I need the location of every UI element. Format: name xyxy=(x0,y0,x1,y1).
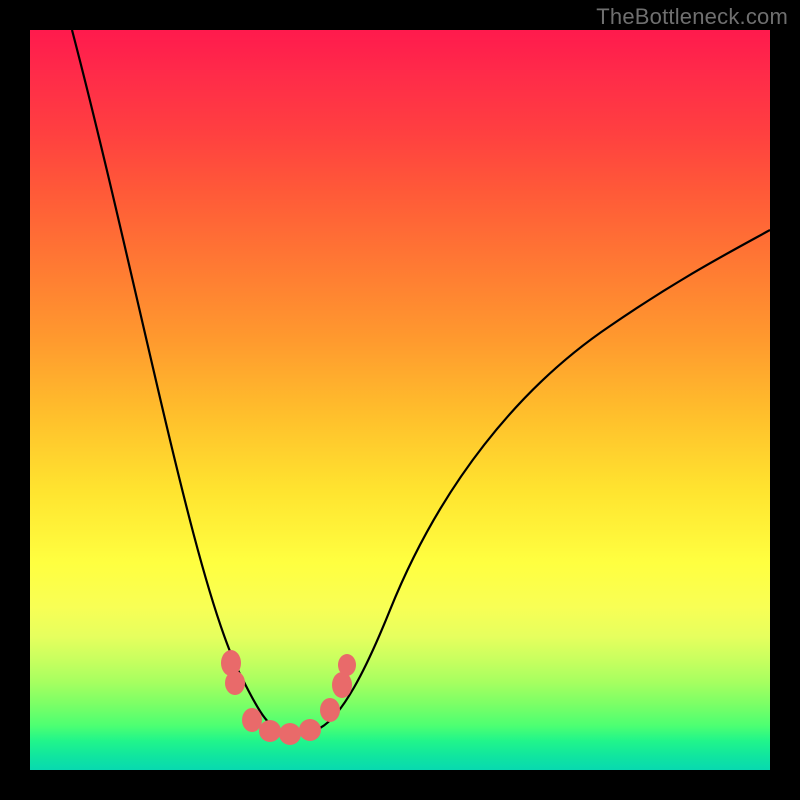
marker-dot xyxy=(320,698,340,722)
chart-frame: TheBottleneck.com xyxy=(0,0,800,800)
plot-area xyxy=(30,30,770,770)
marker-dot xyxy=(259,720,281,742)
marker-dot xyxy=(225,671,245,695)
watermark-text: TheBottleneck.com xyxy=(596,4,788,30)
marker-dot xyxy=(299,719,321,741)
marker-dot xyxy=(338,654,356,676)
marker-dot xyxy=(332,672,352,698)
marker-dot xyxy=(242,708,262,732)
marker-dot xyxy=(279,723,301,745)
chart-svg xyxy=(30,30,770,770)
bottleneck-curve xyxy=(72,30,770,734)
